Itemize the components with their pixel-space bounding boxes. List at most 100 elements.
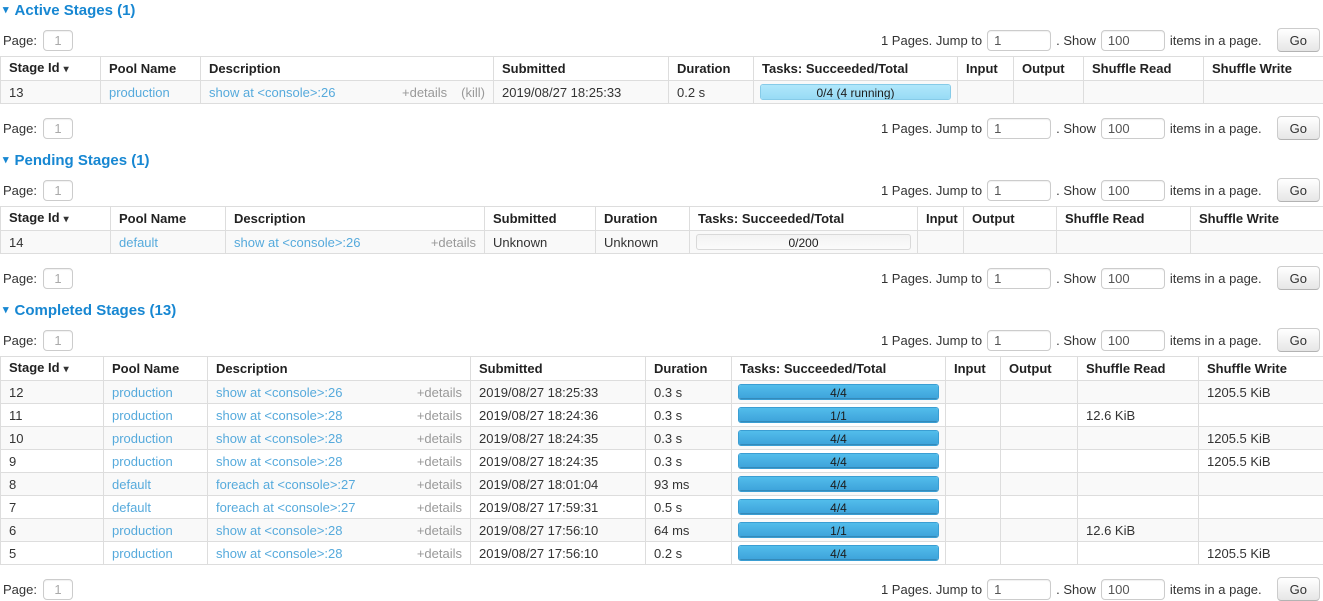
column-header-stage-id[interactable]: Stage Id▾ [1, 357, 104, 381]
description-link[interactable]: show at <console>:26 [234, 236, 360, 249]
pagination-controls: Page:1 Pages. Jump to. Showitems in a pa… [3, 179, 1320, 201]
details-link[interactable]: +details [402, 86, 447, 99]
shuffle-write-cell: 1205.5 KiB [1199, 450, 1323, 473]
pagination-controls: Page:1 Pages. Jump to. Showitems in a pa… [3, 267, 1320, 289]
table-header-row: Stage Id▾Pool NameDescriptionSubmittedDu… [1, 207, 1323, 231]
shuffle-write-cell [1204, 81, 1323, 104]
pages-info-text: 1 Pages. Jump to [881, 183, 982, 198]
pool-name-link[interactable]: production [112, 431, 173, 446]
pool-name-link[interactable]: default [112, 500, 151, 515]
page-number-input[interactable] [43, 118, 73, 139]
description-link[interactable]: foreach at <console>:27 [216, 501, 356, 514]
kill-link[interactable]: (kill) [461, 86, 485, 99]
show-items-input[interactable] [1101, 579, 1165, 600]
pool-name-link[interactable]: production [112, 385, 173, 400]
page-label: Page: [3, 121, 37, 136]
tasks-cell: 1/1 [732, 519, 946, 542]
description-link[interactable]: show at <console>:28 [216, 409, 342, 422]
show-label: . Show [1056, 582, 1096, 597]
show-items-input[interactable] [1101, 330, 1165, 351]
pool-name-link[interactable]: production [112, 408, 173, 423]
go-button[interactable]: Go [1277, 328, 1320, 352]
pool-name-link[interactable]: production [112, 454, 173, 469]
page-label: Page: [3, 582, 37, 597]
jump-to-page-input[interactable] [987, 579, 1051, 600]
description-wrap: show at <console>:28 +details [216, 409, 462, 422]
pool-name-link[interactable]: default [119, 235, 158, 250]
pool-name-link[interactable]: default [112, 477, 151, 492]
go-button[interactable]: Go [1277, 266, 1320, 290]
jump-to-page-input[interactable] [987, 30, 1051, 51]
submitted-cell: 2019/08/27 18:24:36 [471, 404, 646, 427]
page-number-input[interactable] [43, 268, 73, 289]
details-link[interactable]: +details [417, 386, 462, 399]
page-number-input[interactable] [43, 180, 73, 201]
output-cell [1001, 427, 1078, 450]
description-link[interactable]: show at <console>:26 [216, 386, 342, 399]
description-link[interactable]: show at <console>:26 [209, 86, 335, 99]
column-header-shuffle-write: Shuffle Write [1199, 357, 1323, 381]
description-link[interactable]: show at <console>:28 [216, 524, 342, 537]
column-header-label: Description [216, 361, 288, 376]
column-header-label: Tasks: Succeeded/Total [698, 211, 844, 226]
description-cell: show at <console>:28 +details [208, 427, 471, 450]
details-link[interactable]: +details [417, 501, 462, 514]
stage-row: 5productionshow at <console>:28+details2… [1, 542, 1323, 565]
section-title: Active Stages (1) [15, 2, 136, 19]
sort-desc-icon: ▾ [64, 64, 69, 75]
pending-stages-heading[interactable]: ▾ Pending Stages (1) [3, 152, 1323, 169]
description-link[interactable]: show at <console>:28 [216, 432, 342, 445]
details-link[interactable]: +details [417, 455, 462, 468]
go-button[interactable]: Go [1277, 28, 1320, 52]
pool-name-link[interactable]: production [112, 523, 173, 538]
stage-row: 12productionshow at <console>:26+details… [1, 381, 1323, 404]
jump-to-page-input[interactable] [987, 118, 1051, 139]
show-items-input[interactable] [1101, 30, 1165, 51]
column-header-label: Output [972, 211, 1015, 226]
show-items-input[interactable] [1101, 180, 1165, 201]
input-cell [946, 450, 1001, 473]
show-items-input[interactable] [1101, 118, 1165, 139]
pagination-jump-group: 1 Pages. Jump to. Showitems in a page.Go [876, 577, 1320, 601]
page-number-input[interactable] [43, 579, 73, 600]
go-button[interactable]: Go [1277, 577, 1320, 601]
column-header-label: Tasks: Succeeded/Total [762, 61, 908, 76]
shuffle-write-cell [1191, 231, 1323, 254]
pagination-page-group: Page: [3, 268, 73, 289]
active-stages-section: ▾ Active Stages (1) Page:1 Pages. Jump t… [0, 2, 1323, 139]
jump-to-page-input[interactable] [987, 268, 1051, 289]
description-link[interactable]: show at <console>:28 [216, 455, 342, 468]
jump-to-page-input[interactable] [987, 330, 1051, 351]
details-link[interactable]: +details [417, 478, 462, 491]
show-items-input[interactable] [1101, 268, 1165, 289]
details-link[interactable]: +details [417, 547, 462, 560]
pool-name-link[interactable]: production [112, 546, 173, 561]
page-number-input[interactable] [43, 330, 73, 351]
details-link[interactable]: +details [417, 409, 462, 422]
task-progress-bar: 4/4 [738, 545, 939, 561]
task-progress-label: 0/4 (4 running) [761, 85, 950, 100]
column-header-stage-id[interactable]: Stage Id▾ [1, 207, 111, 231]
details-link[interactable]: +details [431, 236, 476, 249]
column-header-label: Output [1022, 61, 1065, 76]
active-stages-heading[interactable]: ▾ Active Stages (1) [3, 2, 1323, 19]
completed-stages-heading[interactable]: ▾ Completed Stages (13) [3, 302, 1323, 319]
description-link[interactable]: show at <console>:28 [216, 547, 342, 560]
table-header-row: Stage Id▾Pool NameDescriptionSubmittedDu… [1, 57, 1323, 81]
column-header-label: Shuffle Read [1086, 361, 1165, 376]
details-link[interactable]: +details [417, 524, 462, 537]
description-link[interactable]: foreach at <console>:27 [216, 478, 356, 491]
description-cell: show at <console>:28 +details [208, 519, 471, 542]
task-progress-label: 1/1 [739, 408, 938, 423]
go-button[interactable]: Go [1277, 178, 1320, 202]
pool-name-link[interactable]: production [109, 85, 170, 100]
details-link[interactable]: +details [417, 432, 462, 445]
shuffle-read-cell [1078, 473, 1199, 496]
column-header-input: Input [918, 207, 964, 231]
column-header-stage-id[interactable]: Stage Id▾ [1, 57, 101, 81]
go-button[interactable]: Go [1277, 116, 1320, 140]
jump-to-page-input[interactable] [987, 180, 1051, 201]
output-cell [964, 231, 1057, 254]
page-number-input[interactable] [43, 30, 73, 51]
input-cell [946, 427, 1001, 450]
